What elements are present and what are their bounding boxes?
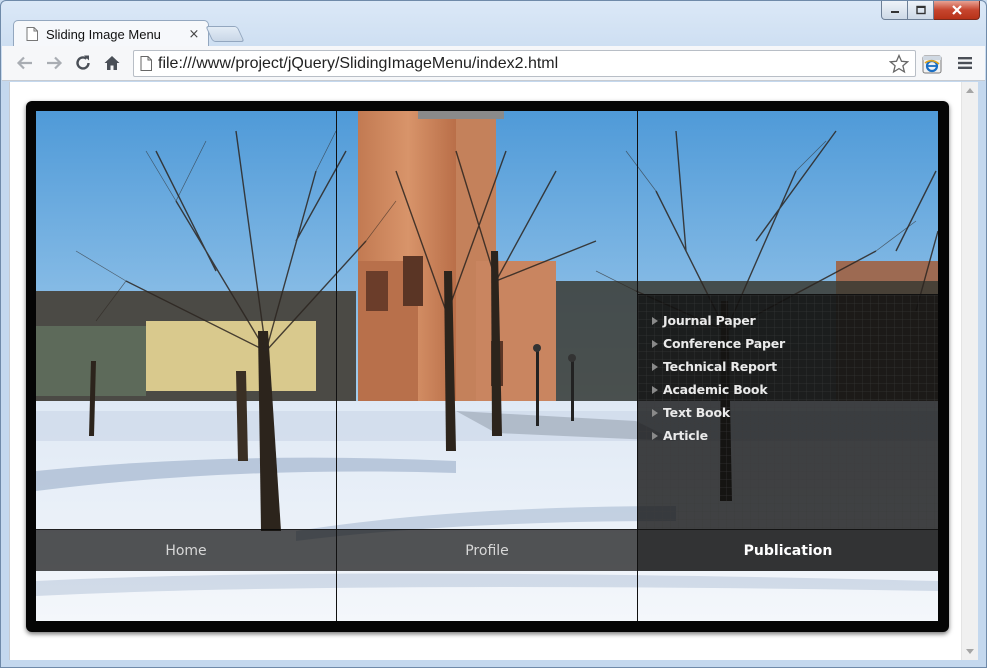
back-arrow-icon: [16, 56, 32, 70]
vertical-scrollbar[interactable]: [961, 82, 978, 660]
bookmark-star-button[interactable]: [887, 52, 911, 76]
reload-icon: [76, 55, 90, 70]
window-controls: [881, 1, 980, 21]
restore-icon: [915, 5, 926, 15]
browser-window: Sliding Image Menu × file:///www/project…: [0, 0, 987, 668]
scroll-up-icon[interactable]: [966, 88, 974, 93]
submenu-item-article[interactable]: Article: [652, 424, 785, 447]
forward-button[interactable]: [41, 50, 67, 76]
minimize-icon: [890, 11, 899, 13]
page-icon: [140, 56, 152, 71]
submenu-item-conference-paper[interactable]: Conference Paper: [652, 332, 785, 355]
star-icon: [889, 53, 909, 73]
menu-item-home[interactable]: Home: [36, 529, 336, 571]
reload-button[interactable]: [70, 50, 96, 76]
forward-arrow-icon: [47, 56, 63, 70]
browser-tab[interactable]: Sliding Image Menu ×: [13, 20, 209, 47]
submenu-item-text-book[interactable]: Text Book: [652, 401, 785, 424]
hamburger-menu-icon[interactable]: [957, 56, 973, 70]
minimize-button[interactable]: [881, 1, 908, 20]
arrow-right-icon: [652, 408, 658, 417]
sliding-image-menu: Journal Paper Conference Paper Technical…: [26, 101, 949, 632]
page-viewport: Journal Paper Conference Paper Technical…: [9, 82, 978, 660]
arrow-right-icon: [652, 316, 658, 325]
back-button[interactable]: [12, 50, 38, 76]
scroll-down-icon[interactable]: [966, 649, 974, 654]
arrow-right-icon: [652, 339, 658, 348]
tab-title: Sliding Image Menu: [46, 26, 161, 42]
ie-tab-extension-icon[interactable]: [922, 54, 942, 74]
submenu-item-technical-report[interactable]: Technical Report: [652, 355, 785, 378]
arrow-right-icon: [652, 385, 658, 394]
browser-toolbar: file:///www/project/jQuery/SlidingImageM…: [2, 46, 985, 81]
arrow-right-icon: [652, 431, 658, 440]
new-tab-button[interactable]: [205, 26, 245, 42]
submenu-item-journal-paper[interactable]: Journal Paper: [652, 309, 785, 332]
tab-close-button[interactable]: ×: [188, 28, 200, 41]
home-icon: [104, 56, 120, 70]
url-text: file:///www/project/jQuery/SlidingImageM…: [158, 54, 559, 72]
home-button[interactable]: [99, 50, 125, 76]
page-icon: [26, 27, 38, 41]
publication-submenu: Journal Paper Conference Paper Technical…: [638, 294, 938, 529]
maximize-button[interactable]: [908, 1, 934, 20]
arrow-right-icon: [652, 362, 658, 371]
close-icon: [951, 5, 962, 15]
menu-scene: Journal Paper Conference Paper Technical…: [36, 111, 938, 621]
close-window-button[interactable]: [934, 1, 980, 20]
menu-item-profile[interactable]: Profile: [337, 529, 637, 571]
address-bar[interactable]: file:///www/project/jQuery/SlidingImageM…: [133, 50, 916, 77]
menu-item-publication[interactable]: Publication: [638, 529, 938, 571]
submenu-item-academic-book[interactable]: Academic Book: [652, 378, 785, 401]
